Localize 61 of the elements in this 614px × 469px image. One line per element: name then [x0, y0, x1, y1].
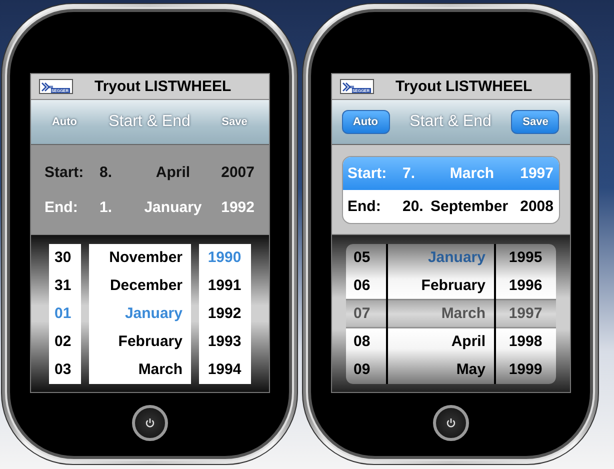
wheel-item[interactable]: March: [138, 356, 182, 384]
date-month: September: [430, 198, 510, 214]
wheel-item[interactable]: November: [109, 244, 182, 272]
wheel-item[interactable]: January: [124, 300, 182, 328]
wheel-item[interactable]: 1995: [508, 244, 542, 272]
date-day: 1.: [100, 198, 136, 216]
wheel-item[interactable]: 1990: [208, 244, 242, 272]
wheel-item[interactable]: 1994: [208, 356, 242, 384]
wheel-item[interactable]: 30: [54, 244, 80, 272]
wheel-column[interactable]: November December January February March: [88, 244, 190, 384]
wheel-item[interactable]: 09: [354, 356, 386, 384]
date-month: April: [154, 164, 192, 180]
date-year: 2007: [220, 164, 254, 180]
wheel-column[interactable]: 30 31 01 02 03: [48, 244, 80, 384]
wheel-column[interactable]: 1990 1991 1992 1993 1994: [198, 244, 250, 384]
wheel-column[interactable]: 1995 1996 1997 1998 1999: [496, 244, 556, 384]
wheel-item[interactable]: 1997: [508, 300, 542, 328]
date-label: End:: [348, 198, 382, 214]
wheel-item[interactable]: 1996: [508, 272, 542, 300]
wheel-item[interactable]: 1999: [508, 356, 542, 384]
date-label: End:: [44, 198, 79, 216]
date-year: 1997: [519, 164, 554, 182]
date-row[interactable]: End: 20. September 2008: [342, 190, 558, 222]
wheel-item[interactable]: 03: [54, 356, 80, 384]
wheel-item[interactable]: 06: [354, 272, 386, 300]
date-year: 1992: [220, 198, 254, 216]
date-day: 7.: [402, 164, 430, 182]
screen-title: Start & End: [410, 113, 492, 131]
wheel-item[interactable]: 01: [54, 300, 80, 328]
wheel-item[interactable]: 08: [354, 328, 386, 356]
power-icon: [444, 417, 456, 429]
wheel-item[interactable]: March: [441, 300, 486, 328]
wheel-item[interactable]: 1992: [208, 300, 242, 328]
wheel-item[interactable]: February: [421, 272, 486, 300]
date-day: 20.: [402, 198, 430, 214]
wheel-item[interactable]: 05: [354, 244, 386, 272]
date-label: Start:: [44, 164, 85, 180]
power-button[interactable]: [432, 405, 468, 441]
power-icon: [144, 417, 156, 429]
date-month: January: [143, 198, 203, 216]
date-day: 8.: [100, 164, 136, 180]
app-title: Tryout LISTWHEEL: [94, 78, 232, 95]
wheel-item[interactable]: 1993: [208, 328, 242, 356]
wheel-item[interactable]: April: [451, 328, 486, 356]
date-month: March: [448, 164, 496, 182]
wheel-item[interactable]: February: [118, 328, 182, 356]
power-button[interactable]: [132, 405, 168, 441]
date-row[interactable]: Start: 8. April 2007: [30, 154, 268, 190]
wheel-item[interactable]: May: [456, 356, 486, 384]
wheel-column[interactable]: 05 06 07 08 09: [346, 244, 386, 384]
date-label: Start:: [348, 164, 388, 182]
wheel-item[interactable]: 07: [354, 300, 386, 328]
wheel-item[interactable]: 02: [54, 328, 80, 356]
wheel-item[interactable]: 1998: [508, 328, 542, 356]
screen-title: Start & End: [108, 113, 190, 131]
date-year: 2008: [519, 198, 554, 214]
app-title: Tryout LISTWHEEL: [396, 78, 532, 95]
wheel-item[interactable]: 1991: [208, 272, 242, 300]
wheel-item[interactable]: 31: [54, 272, 80, 300]
wheel-item[interactable]: December: [110, 272, 182, 300]
wheel-column[interactable]: January February March April May: [388, 244, 494, 384]
